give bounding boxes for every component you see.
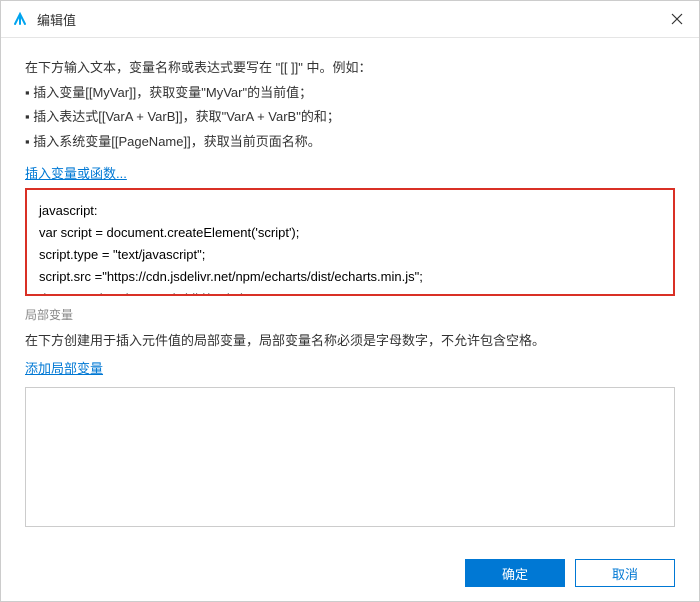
local-vars-desc: 在下方创建用于插入元件值的局部变量，局部变量名称必须是字母数字，不允许包含空格。 (25, 329, 675, 352)
intro-line: 在下方输入文本，变量名称或表达式要写在 "[[ ]]" 中。例如： (25, 56, 675, 81)
close-icon[interactable] (665, 7, 689, 31)
intro-bullet: ▪ 插入系统变量[[PageName]]，获取当前页面名称。 (25, 130, 675, 155)
insert-variable-link[interactable]: 插入变量或函数... (25, 163, 675, 182)
dialog-footer: 确定 取消 (1, 551, 699, 601)
intro-bullet: ▪ 插入表达式[[VarA + VarB]]，获取"VarA + VarB"的和… (25, 105, 675, 130)
cancel-button[interactable]: 取消 (575, 559, 675, 587)
value-textarea[interactable] (25, 188, 675, 296)
titlebar: 编辑值 (1, 1, 699, 38)
local-vars-area[interactable] (25, 387, 675, 527)
edit-value-dialog: 编辑值 在下方输入文本，变量名称或表达式要写在 "[[ ]]" 中。例如： ▪ … (0, 0, 700, 602)
local-vars-label: 局部变量 (25, 306, 675, 323)
dialog-title: 编辑值 (37, 10, 665, 29)
add-local-var-link[interactable]: 添加局部变量 (25, 358, 675, 377)
ok-button[interactable]: 确定 (465, 559, 565, 587)
intro-bullet: ▪ 插入变量[[MyVar]]，获取变量"MyVar"的当前值； (25, 81, 675, 106)
dialog-content: 在下方输入文本，变量名称或表达式要写在 "[[ ]]" 中。例如： ▪ 插入变量… (1, 38, 699, 551)
intro-text: 在下方输入文本，变量名称或表达式要写在 "[[ ]]" 中。例如： ▪ 插入变量… (25, 56, 675, 155)
app-logo-icon (11, 10, 29, 28)
